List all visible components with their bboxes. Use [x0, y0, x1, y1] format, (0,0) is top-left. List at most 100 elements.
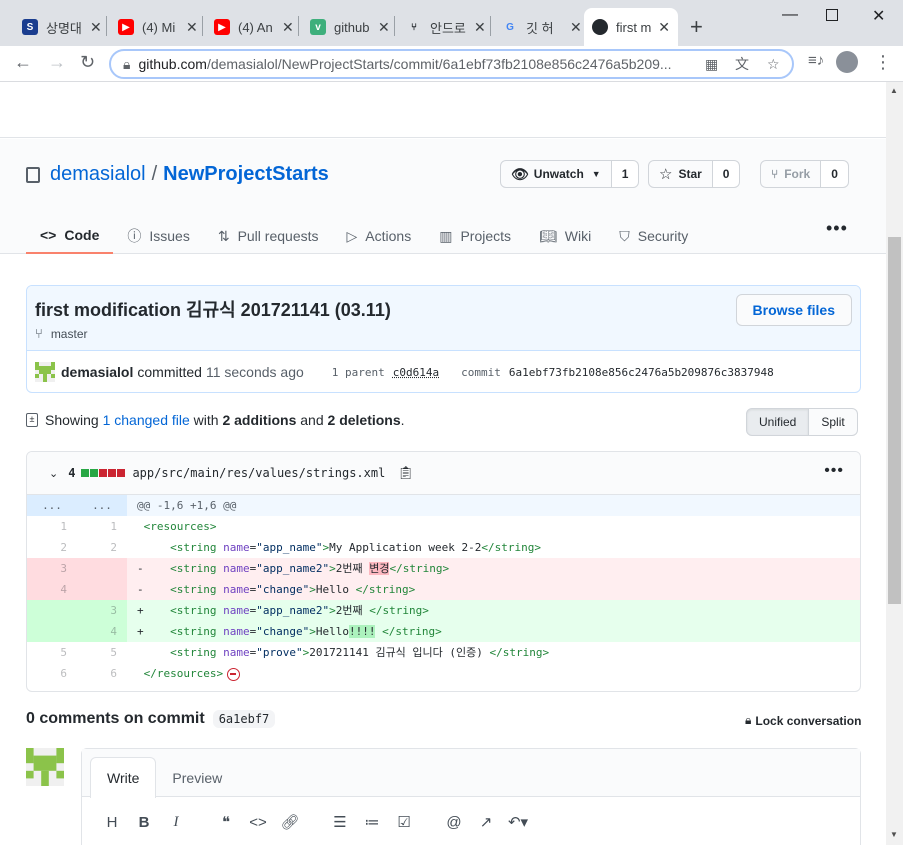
star-button[interactable]: ☆ Star — [648, 160, 713, 188]
new-line-number[interactable] — [77, 579, 127, 600]
saved-reply-icon[interactable]: ↶▾ — [502, 813, 534, 831]
author-link[interactable]: demasialol — [61, 364, 133, 380]
tab-issues[interactable]: ⓘ Issues — [113, 218, 203, 254]
old-line-number[interactable]: 4 — [27, 579, 77, 600]
tab-wiki[interactable]: 📖︎ Wiki — [525, 218, 605, 254]
new-tab-icon[interactable]: + — [690, 14, 703, 40]
reload-icon[interactable]: ↻ — [80, 52, 95, 73]
comment-editor: Write Preview H B I ❝ <> 🔗︎ ☰ ≔ ☑ @ ↗ ↶▾ — [81, 748, 861, 845]
mention-icon[interactable]: @ — [438, 814, 470, 831]
page-scrollbar[interactable]: ▲ ▼ — [886, 82, 903, 845]
task-list-icon[interactable]: ☑ — [388, 813, 420, 831]
commit-time: 11 seconds ago — [205, 364, 304, 380]
diff-view-toggle: Unified Split — [746, 408, 858, 436]
author-avatar[interactable] — [35, 362, 55, 382]
browser-tab[interactable]: S 상명대 ✕ — [14, 8, 110, 46]
close-tab-icon[interactable]: ✕ — [282, 19, 294, 36]
fork-count[interactable]: 0 — [821, 160, 849, 188]
tab-code[interactable]: <> Code — [26, 218, 114, 254]
old-line-number[interactable] — [27, 600, 77, 621]
old-line-number[interactable] — [27, 621, 77, 642]
file-path[interactable]: app/src/main/res/values/strings.xml — [132, 466, 385, 480]
new-line-number[interactable]: 4 — [77, 621, 127, 642]
changed-files-link[interactable]: 1 changed file — [103, 412, 190, 428]
more-nav-icon[interactable]: ••• — [826, 218, 848, 239]
scroll-up-icon[interactable]: ▲ — [890, 86, 898, 95]
browser-tab[interactable]: G 깃 허 ✕ — [494, 8, 590, 46]
tab-actions[interactable]: ▷ Actions — [333, 218, 426, 254]
branch-link[interactable]: master — [51, 327, 88, 341]
old-line-number[interactable]: 6 — [27, 663, 77, 684]
browser-tab[interactable]: v github ✕ — [302, 8, 398, 46]
file-options-icon[interactable]: ••• — [824, 462, 844, 480]
minimize-icon[interactable]: — — [782, 6, 798, 24]
copy-path-icon[interactable]: 📋︎ — [397, 465, 414, 481]
parent-sha-link[interactable]: c0d614a — [393, 366, 439, 379]
translate-icon[interactable]: 文 — [735, 54, 749, 74]
repo-name-link[interactable]: NewProjectStarts — [163, 163, 329, 186]
browser-tab[interactable]: ▶ (4) Mi ✕ — [110, 8, 206, 46]
url-input[interactable]: 🔒︎ github.com/demasialol/NewProjectStart… — [109, 49, 794, 79]
new-line-number[interactable]: 6 — [77, 663, 127, 684]
close-tab-icon[interactable]: ✕ — [570, 19, 582, 36]
tab-projects[interactable]: ▥ Projects — [425, 218, 525, 254]
bold-icon[interactable]: B — [128, 814, 160, 831]
italic-icon[interactable]: I — [160, 814, 192, 831]
committed-text: committed — [137, 364, 202, 380]
media-control-icon[interactable]: ≡♪ — [808, 52, 824, 69]
scrollbar-thumb[interactable] — [888, 237, 901, 604]
repo-owner-link[interactable]: demasialol — [50, 163, 146, 186]
link-icon[interactable]: 🔗︎ — [274, 813, 306, 831]
expand-down-icon[interactable]: ... — [77, 495, 127, 516]
bulleted-list-icon[interactable]: ☰ — [324, 813, 356, 831]
lock-icon[interactable]: 🔒︎ — [123, 56, 130, 73]
star-count[interactable]: 0 — [712, 160, 741, 188]
scroll-down-icon[interactable]: ▼ — [890, 830, 898, 839]
numbered-list-icon[interactable]: ≔ — [356, 813, 388, 831]
tab-preview[interactable]: Preview — [156, 757, 238, 798]
code-icon[interactable]: <> — [242, 814, 274, 831]
watch-count[interactable]: 1 — [611, 160, 640, 188]
new-line-number[interactable]: 5 — [77, 642, 127, 663]
shield-icon: ⛉ — [619, 227, 630, 244]
unwatch-button[interactable]: 👁︎ Unwatch ▼ — [500, 160, 612, 188]
old-line-number[interactable]: 1 — [27, 516, 77, 537]
close-tab-icon[interactable]: ✕ — [90, 19, 102, 36]
browser-menu-icon[interactable]: ⋮ — [874, 52, 892, 73]
tab-security[interactable]: ⛉ Security — [605, 218, 702, 254]
close-tab-icon[interactable]: ✕ — [474, 19, 486, 36]
split-button[interactable]: Split — [809, 408, 858, 436]
old-line-number[interactable]: 3 — [27, 558, 77, 579]
heading-icon[interactable]: H — [96, 814, 128, 831]
back-icon[interactable]: ← — [14, 52, 32, 73]
new-line-number[interactable]: 3 — [77, 600, 127, 621]
maximize-icon[interactable] — [826, 9, 838, 21]
old-line-number[interactable]: 5 — [27, 642, 77, 663]
unified-button[interactable]: Unified — [746, 408, 810, 436]
fork-button[interactable]: ⑂ Fork — [760, 160, 822, 188]
tab-write[interactable]: Write — [90, 757, 157, 798]
close-tab-icon[interactable]: ✕ — [658, 19, 670, 36]
expand-up-icon[interactable]: ... — [27, 495, 77, 516]
browser-tab[interactable]: ▶ (4) An ✕ — [206, 8, 302, 46]
user-avatar[interactable] — [26, 748, 64, 786]
new-line-number[interactable] — [77, 558, 127, 579]
forward-icon[interactable]: → — [48, 52, 66, 73]
close-tab-icon[interactable]: ✕ — [378, 19, 390, 36]
new-line-number[interactable]: 2 — [77, 537, 127, 558]
browser-tab-active[interactable]: first m ✕ — [584, 8, 678, 46]
bookmark-star-icon[interactable]: ☆ — [767, 56, 780, 73]
close-tab-icon[interactable]: ✕ — [186, 19, 198, 36]
browse-files-button[interactable]: Browse files — [735, 294, 852, 326]
tab-pull-requests[interactable]: ⇅ Pull requests — [204, 218, 333, 254]
new-line-number[interactable]: 1 — [77, 516, 127, 537]
qr-code-icon[interactable]: ▦ — [705, 56, 718, 73]
collapse-chevron-icon[interactable]: ⌄ — [49, 467, 58, 480]
reference-icon[interactable]: ↗ — [470, 813, 502, 831]
profile-avatar[interactable] — [836, 51, 858, 73]
window-close-icon[interactable]: ✕ — [872, 6, 885, 26]
old-line-number[interactable]: 2 — [27, 537, 77, 558]
browser-tab[interactable]: ⑂ 안드로 ✕ — [398, 8, 494, 46]
lock-conversation-button[interactable]: 🔒︎ Lock conversation — [745, 713, 861, 728]
quote-icon[interactable]: ❝ — [210, 813, 242, 831]
